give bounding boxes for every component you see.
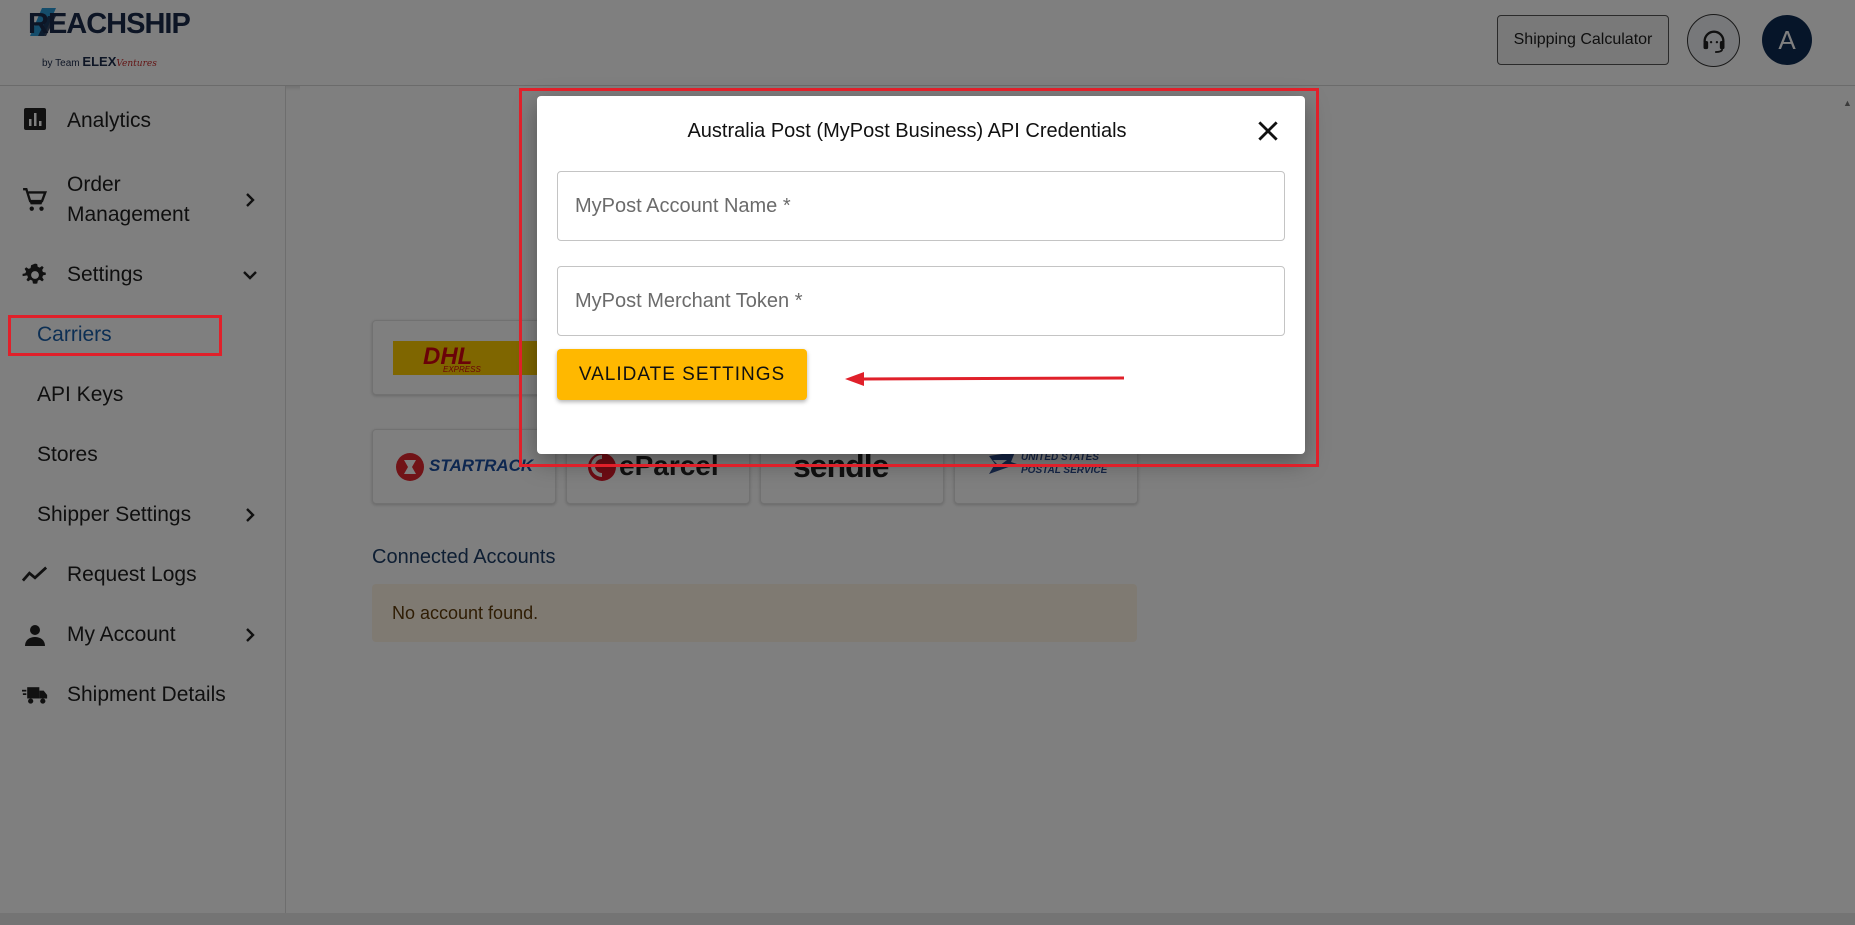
annotation-carriers-highlight-top: [8, 315, 222, 356]
annotation-arrow-icon: [845, 372, 1125, 386]
annotation-dialog-highlight: [519, 88, 1319, 467]
